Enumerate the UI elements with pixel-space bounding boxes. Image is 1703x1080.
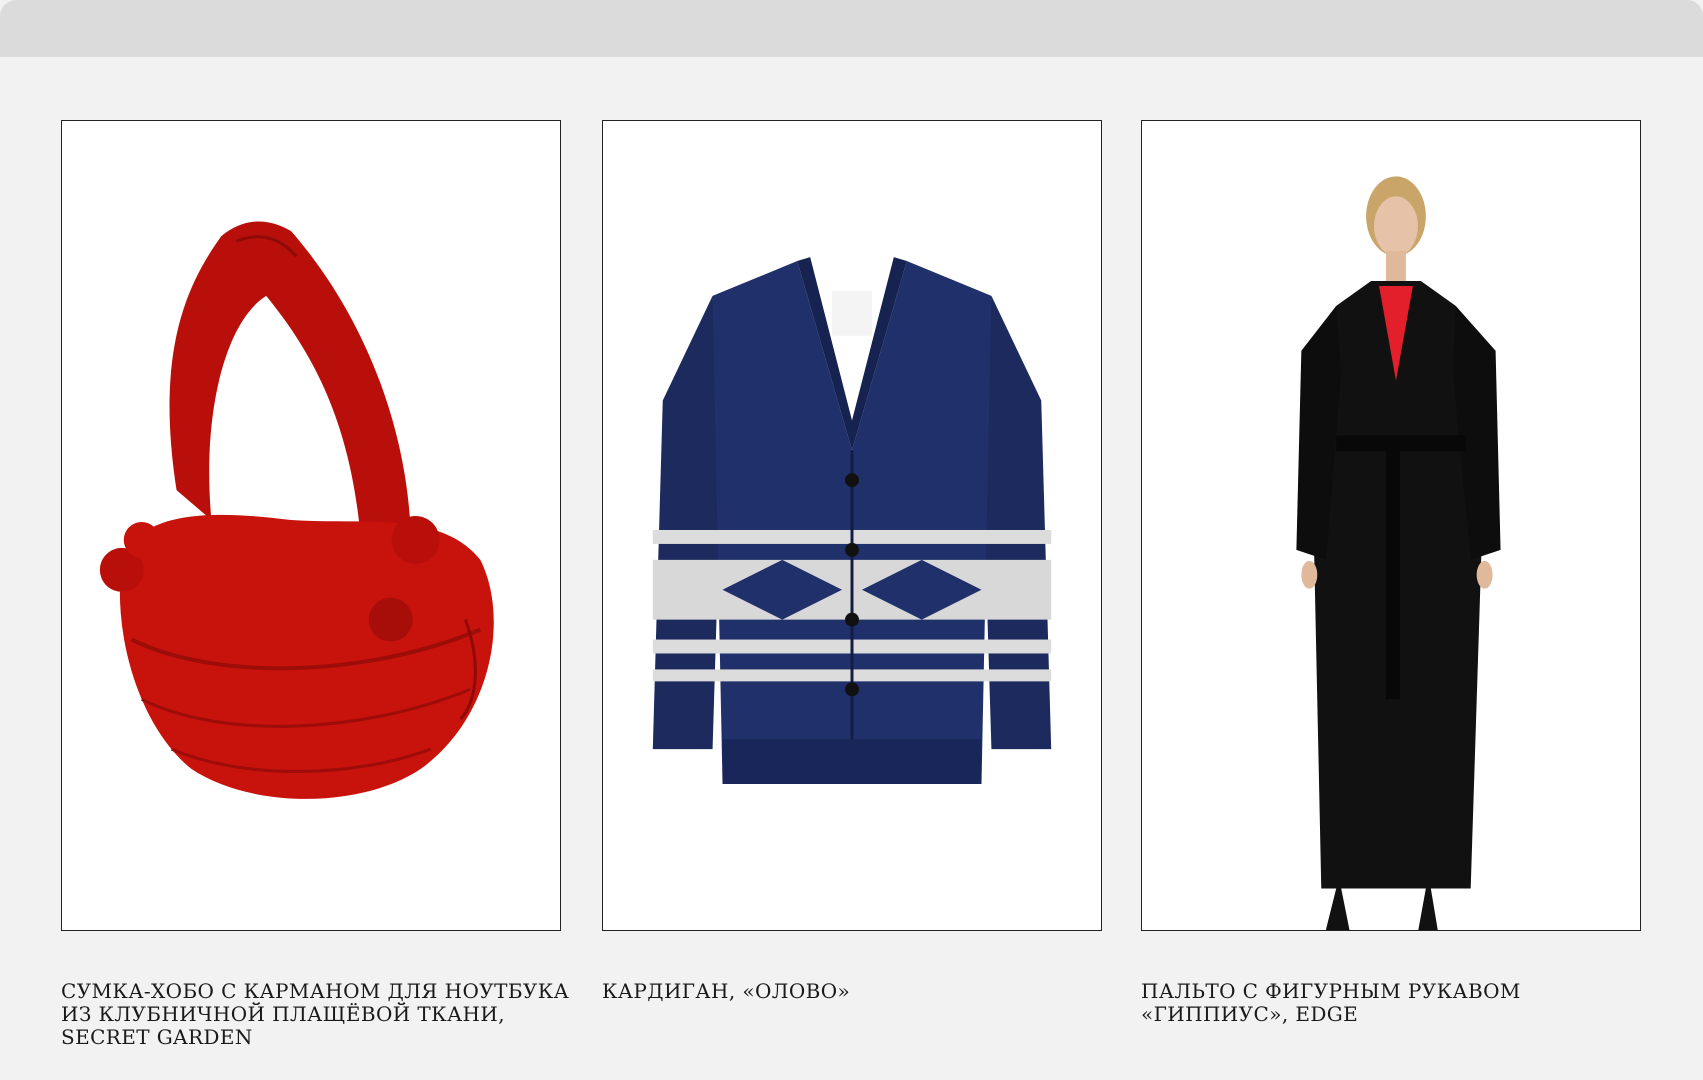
top-bar	[0, 0, 1703, 57]
product-card-bag[interactable]	[61, 120, 561, 931]
caption-line: из клубничной плащёвой ткани,	[61, 1002, 505, 1026]
product-caption-bag[interactable]: Сумка-хобо с карманом для ноутбука из кл…	[61, 980, 581, 1049]
caption-line: Пальто с фигурным рукавом	[1141, 979, 1521, 1003]
caption-line: Кардиган, «ОЛОВО»	[602, 979, 851, 1003]
red-hobo-bag-image	[99, 221, 494, 799]
product-card-coat[interactable]	[1141, 120, 1641, 931]
caption-line: Сумка-хобо с карманом для ноутбука	[61, 979, 570, 1003]
caption-line: «ГИППИУС», EDGE	[1141, 1002, 1359, 1026]
product-caption-coat[interactable]: Пальто с фигурным рукавом «ГИППИУС», EDG…	[1141, 980, 1661, 1026]
product-caption-cardigan[interactable]: Кардиган, «ОЛОВО»	[602, 980, 1122, 1003]
caption-line: Secret Garden	[61, 1025, 253, 1049]
product-card-cardigan[interactable]	[602, 120, 1102, 931]
black-long-coat-model-image	[1142, 121, 1640, 930]
navy-knit-cardigan-image	[652, 257, 1052, 784]
